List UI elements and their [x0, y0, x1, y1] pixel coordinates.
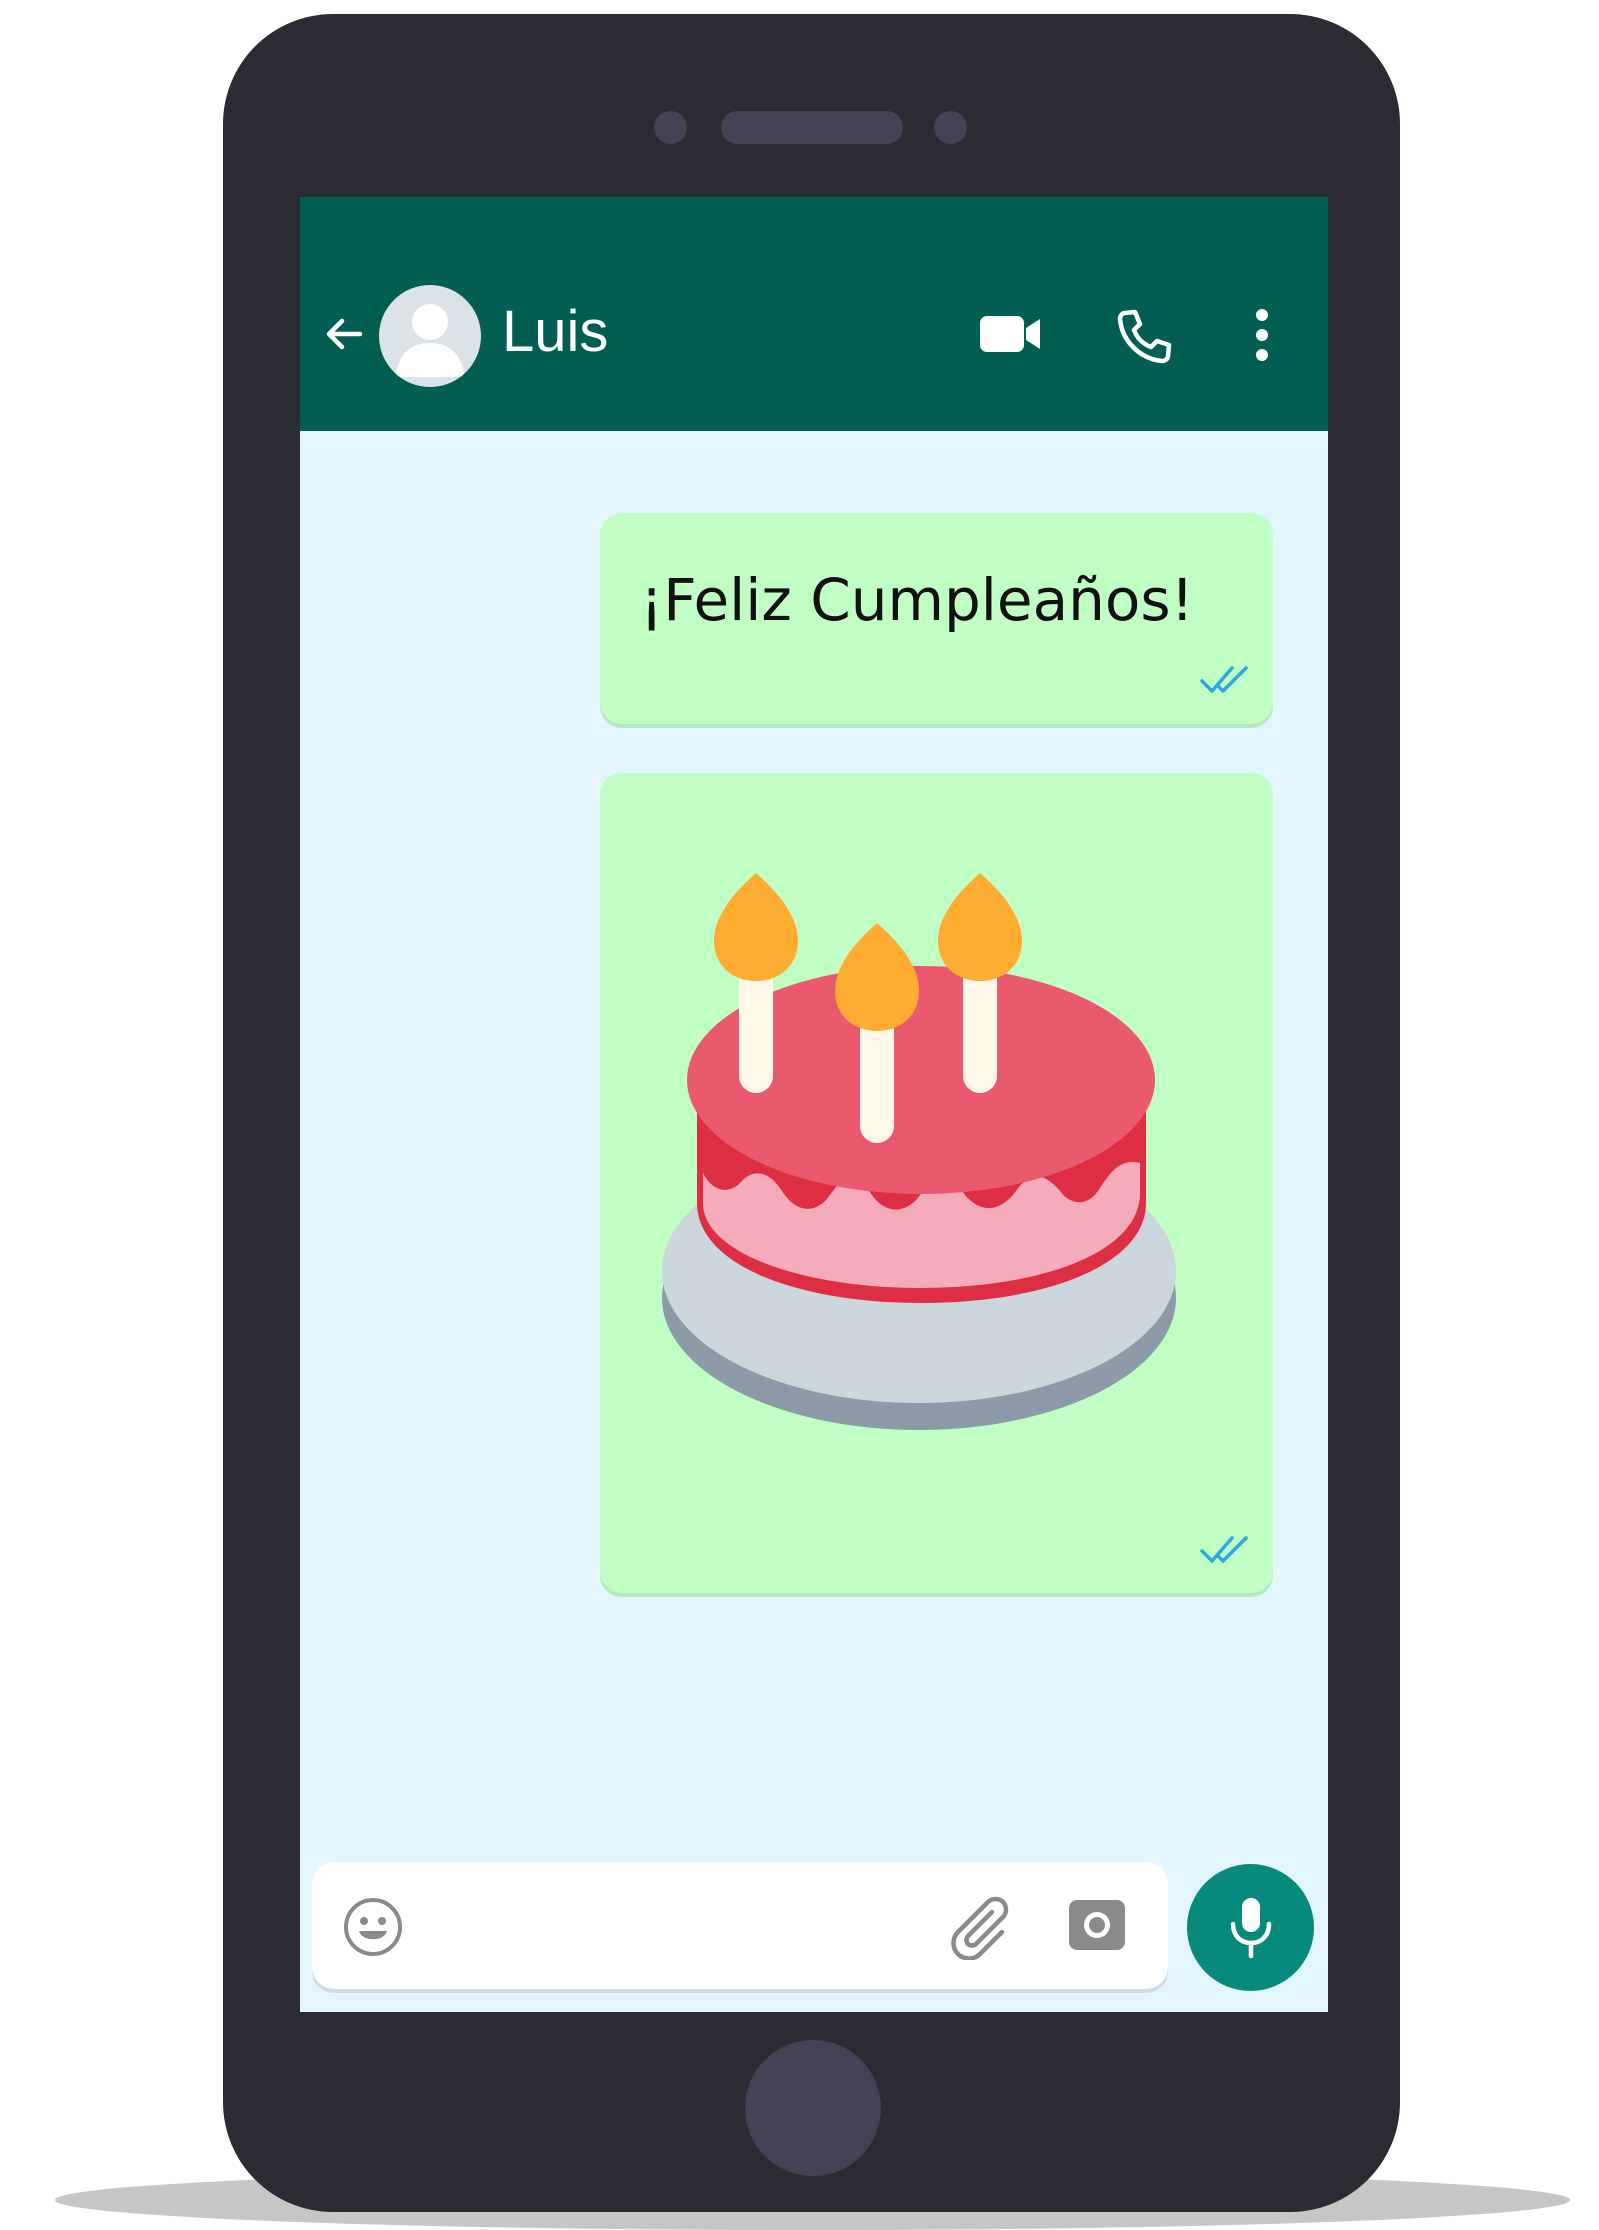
chat-header: Luis	[300, 197, 1328, 431]
camera-icon[interactable]	[1067, 1896, 1127, 1954]
emoji-icon[interactable]	[342, 1896, 404, 1958]
phone-icon[interactable]	[1115, 307, 1173, 365]
birthday-cake-icon	[662, 873, 1176, 1430]
paperclip-icon[interactable]	[950, 1892, 1018, 1960]
microphone-button[interactable]	[1187, 1864, 1314, 1991]
message-text: ¡Feliz Cumpleaños!	[640, 566, 1194, 634]
home-button[interactable]	[745, 2040, 881, 2176]
message-input-bar[interactable]	[312, 1862, 1168, 1989]
earpiece-speaker	[721, 111, 903, 144]
double-check-icon	[1200, 666, 1248, 693]
message-bubble-image[interactable]	[600, 773, 1273, 1593]
more-options-icon[interactable]	[1252, 307, 1272, 363]
back-arrow-icon[interactable]	[320, 310, 368, 358]
video-camera-icon[interactable]	[978, 312, 1042, 356]
chat-screen: Luis ¡Feliz Cumpleaños!	[300, 197, 1328, 2012]
contact-name[interactable]: Luis	[502, 297, 608, 367]
double-check-icon	[1200, 1536, 1248, 1563]
microphone-icon	[1230, 1898, 1272, 1959]
message-bubble-text[interactable]: ¡Feliz Cumpleaños!	[600, 513, 1273, 724]
avatar[interactable]	[379, 285, 481, 387]
person-icon	[395, 304, 465, 377]
front-camera-dot	[654, 111, 687, 144]
proximity-sensor-dot	[934, 111, 967, 144]
